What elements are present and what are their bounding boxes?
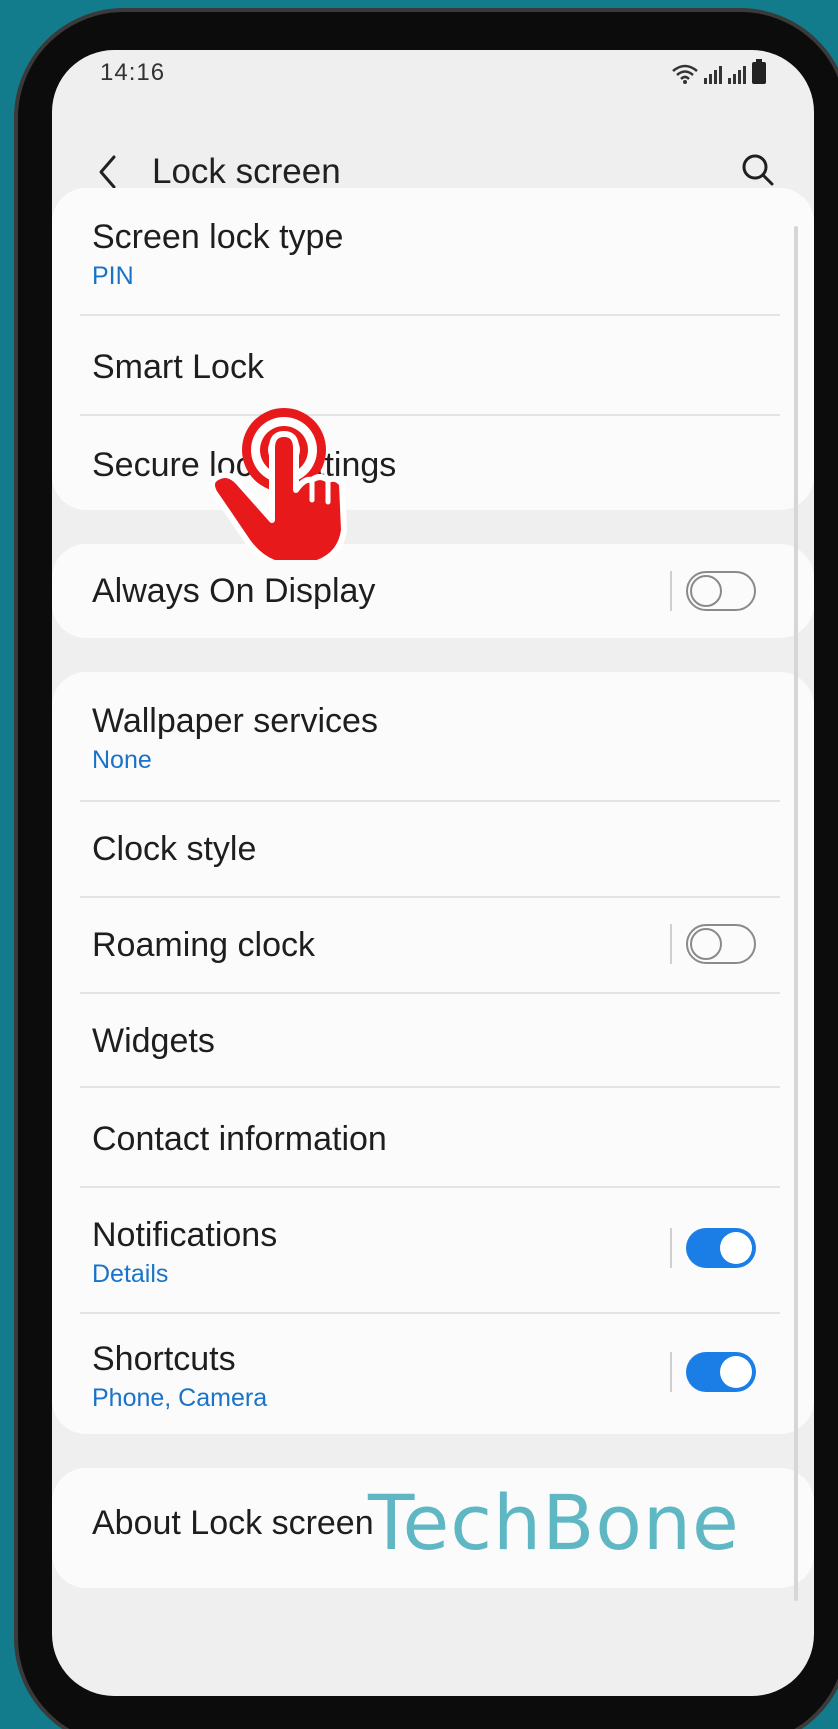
settings-group-security: Screen lock type PIN Smart Lock Secure l…	[52, 188, 814, 510]
separator	[670, 924, 672, 964]
separator	[670, 571, 672, 611]
list-item-notifications[interactable]: Notifications Details	[52, 1188, 814, 1312]
phone-screen: 14:16 Lock screen Screen lock type PIN S…	[52, 50, 814, 1696]
item-title: Contact information	[92, 1120, 387, 1158]
list-item-screen-lock-type[interactable]: Screen lock type PIN	[52, 188, 814, 314]
battery-icon	[752, 59, 766, 84]
item-subtitle: None	[92, 746, 152, 774]
list-item-secure-lock-settings[interactable]: Secure lock settings	[52, 416, 814, 510]
scrollbar[interactable]	[794, 226, 798, 1601]
status-time: 14:16	[100, 59, 166, 86]
item-title: About Lock screen	[92, 1504, 374, 1542]
list-item-smart-lock[interactable]: Smart Lock	[52, 316, 814, 414]
item-title: Notifications	[92, 1216, 278, 1254]
chevron-left-icon	[99, 155, 116, 189]
item-title: Screen lock type	[92, 218, 344, 256]
notifications-toggle[interactable]	[686, 1228, 756, 1268]
list-item-shortcuts[interactable]: Shortcuts Phone, Camera	[52, 1314, 814, 1434]
roaming-clock-toggle[interactable]	[686, 924, 756, 964]
separator	[670, 1352, 672, 1392]
watermark-logo: TechBone	[368, 1478, 740, 1567]
item-title: Roaming clock	[92, 926, 315, 964]
list-item-widgets[interactable]: Widgets	[52, 994, 814, 1088]
search-icon	[742, 154, 774, 186]
item-subtitle: PIN	[92, 262, 134, 290]
signal-icon-1	[704, 64, 722, 84]
shortcuts-toggle[interactable]	[686, 1352, 756, 1392]
list-item-wallpaper-services[interactable]: Wallpaper services None	[52, 672, 814, 800]
list-item-contact-information[interactable]: Contact information	[52, 1088, 814, 1186]
search-button[interactable]	[738, 150, 778, 190]
always-on-display-toggle[interactable]	[686, 571, 756, 611]
item-subtitle: Phone, Camera	[92, 1384, 268, 1412]
page-title: Lock screen	[152, 152, 341, 191]
wifi-icon	[672, 64, 698, 84]
item-title: Clock style	[92, 830, 257, 868]
signal-icon-2	[728, 64, 746, 84]
item-title: Always On Display	[92, 572, 376, 610]
list-item-roaming-clock[interactable]: Roaming clock	[52, 898, 814, 992]
item-title: Shortcuts	[92, 1340, 236, 1378]
list-item-always-on-display[interactable]: Always On Display	[52, 544, 814, 638]
settings-group-lock-screen: Wallpaper services None Clock style Roam…	[52, 672, 814, 1434]
item-subtitle: Details	[92, 1260, 169, 1288]
status-icons	[672, 59, 766, 84]
back-button[interactable]	[88, 152, 128, 192]
item-title: Widgets	[92, 1022, 215, 1060]
item-title: Wallpaper services	[92, 702, 378, 740]
status-bar: 14:16	[52, 50, 814, 96]
settings-group-always-on: Always On Display	[52, 544, 814, 638]
list-item-clock-style[interactable]: Clock style	[52, 802, 814, 896]
separator	[670, 1228, 672, 1268]
hand-tap-icon	[209, 408, 347, 560]
